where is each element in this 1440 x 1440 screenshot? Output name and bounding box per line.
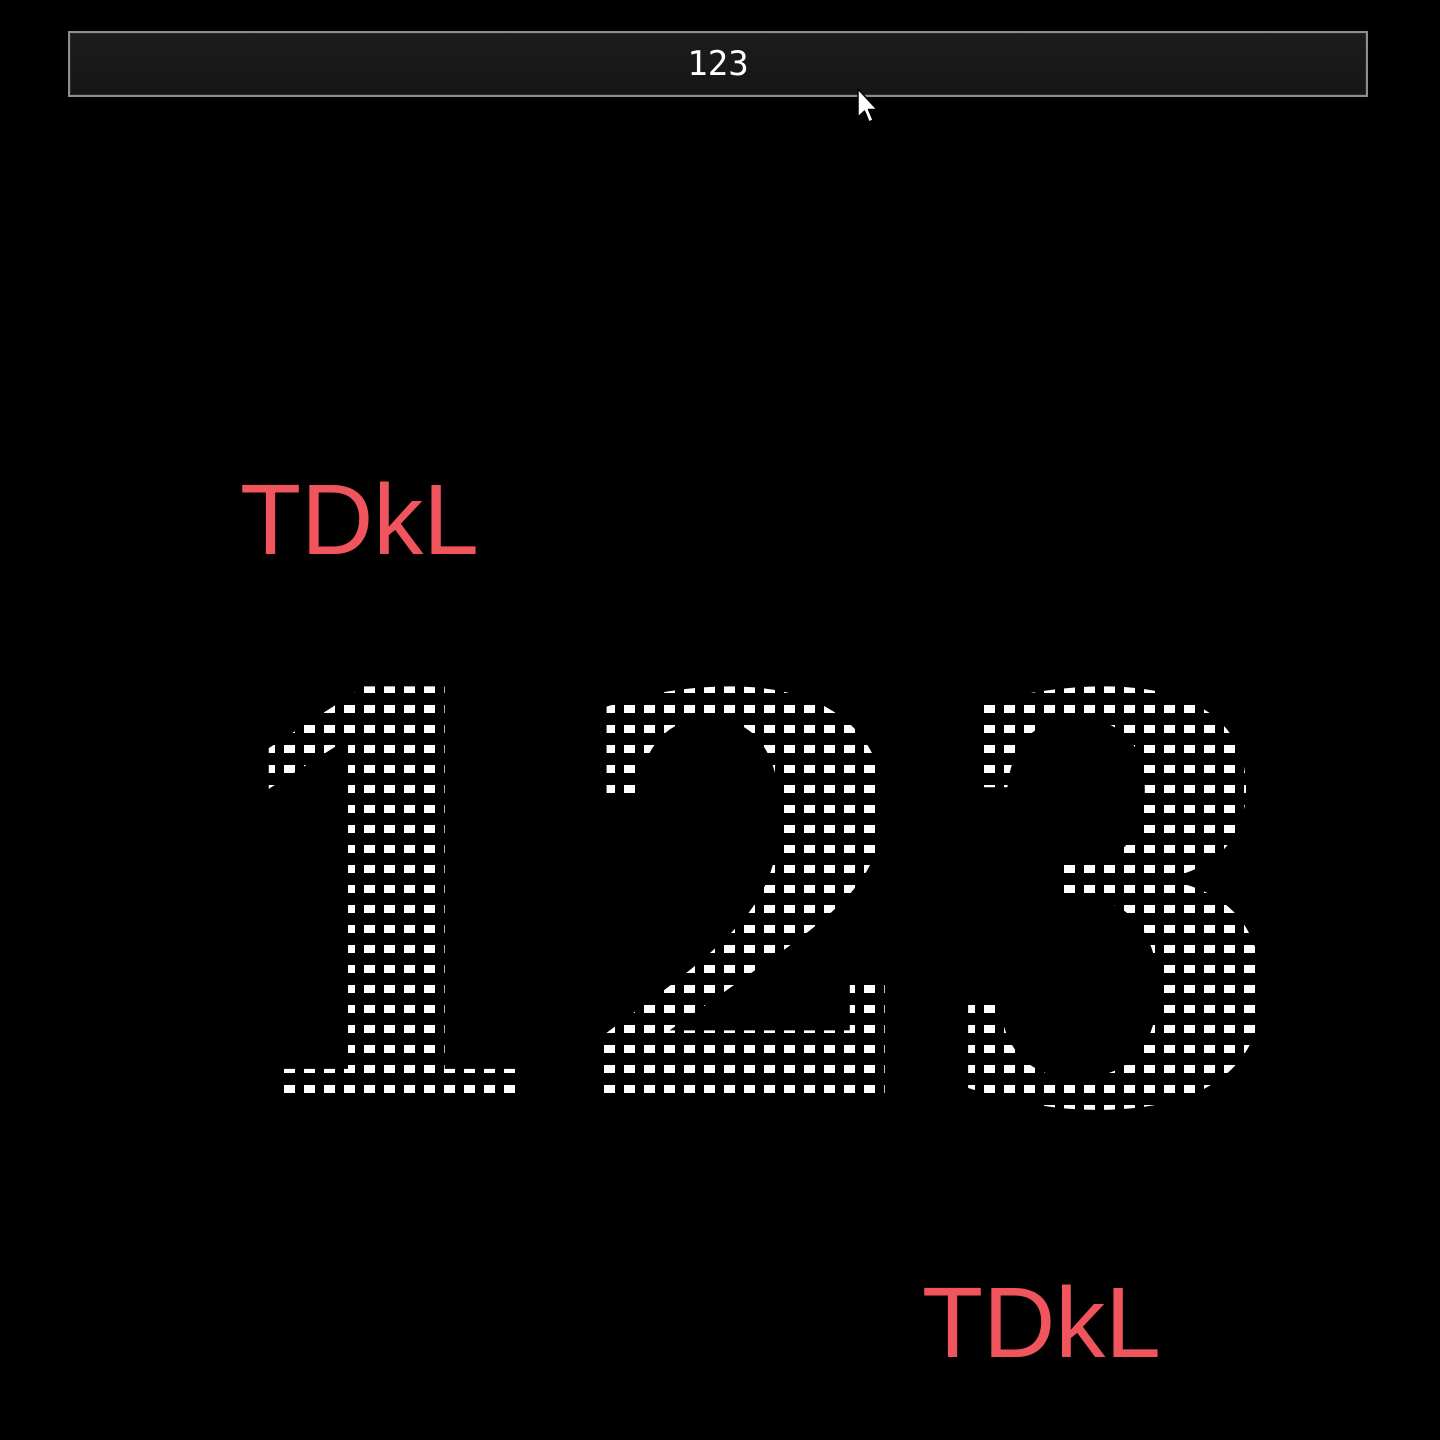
halftone-dot-fill (180, 660, 1320, 1130)
label-top: TDkL (240, 464, 479, 576)
label-bottom: TDkL (922, 1267, 1161, 1379)
text-input[interactable] (68, 31, 1368, 97)
halftone-digits: 123 (180, 660, 1320, 1130)
mouse-pointer-icon (857, 88, 878, 123)
canvas: TDkL 123 TDkL (0, 0, 1440, 1440)
